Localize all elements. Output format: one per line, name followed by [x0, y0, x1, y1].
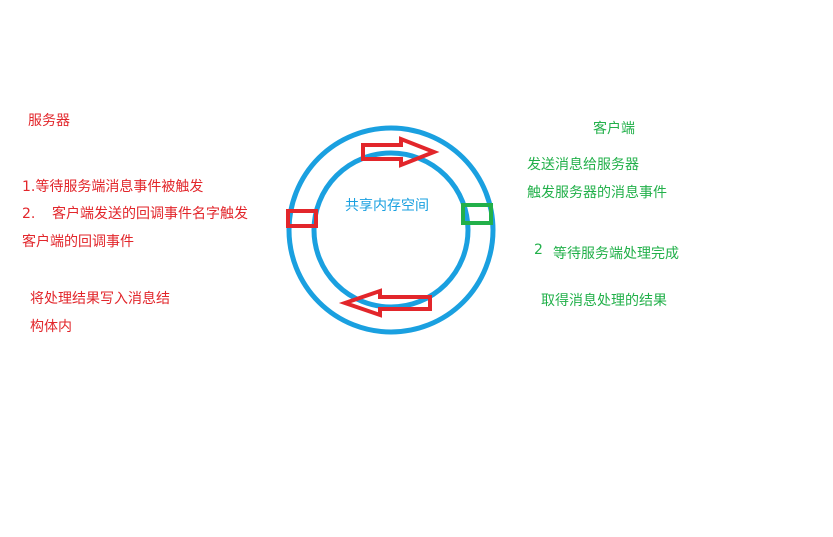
- client-line-2: 触发服务器的消息事件: [527, 185, 667, 201]
- client-step-2-number: 2: [534, 242, 543, 258]
- server-step-2-line-1: 客户端发送的回调事件名字触发: [52, 206, 248, 222]
- client-line-1: 发送消息给服务器: [527, 157, 639, 173]
- client-step-2: 等待服务端处理完成: [553, 246, 679, 262]
- server-title: 服务器: [28, 113, 70, 129]
- server-step-1: 1.等待服务端消息事件被触发: [22, 179, 204, 195]
- shared-memory-label: 共享内存空间: [345, 198, 429, 214]
- shared-memory-diagram: [286, 125, 496, 335]
- client-title: 客户端: [593, 121, 635, 137]
- inner-ring: [311, 150, 471, 310]
- client-result: 取得消息处理的结果: [541, 293, 667, 309]
- server-step-2-line-2: 客户端的回调事件: [22, 234, 134, 250]
- server-step-3-line-2: 构体内: [30, 319, 72, 335]
- server-step-3-line-1: 将处理结果写入消息结: [30, 291, 170, 307]
- server-step-2-number: 2.: [22, 206, 36, 222]
